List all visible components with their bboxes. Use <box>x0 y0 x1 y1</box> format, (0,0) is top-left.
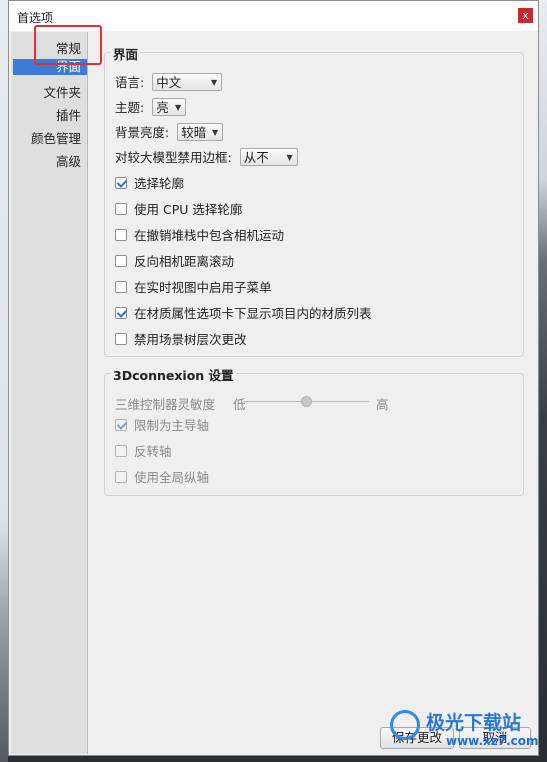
border-row: 对较大模型禁用边框: 从不 ▼ <box>115 147 298 166</box>
slider-handle[interactable] <box>301 396 312 407</box>
sensitivity-low-label: 低 <box>233 397 246 412</box>
interface-group: 界面 语言: 中文 ▼ 主题: 亮 ▼ 背景亮度: 较暗 ▼ 对较大模型禁用边框… <box>104 44 524 357</box>
desktop-background-left <box>0 0 8 762</box>
checkbox-selection-outline[interactable]: 选择轮廓 <box>115 173 184 192</box>
connexion-group-title: 3Dconnexion 设置 <box>111 365 236 384</box>
checkbox-label: 反转轴 <box>134 444 172 459</box>
theme-label: 主题: <box>115 100 145 115</box>
border-select[interactable]: 从不 ▼ <box>239 147 298 166</box>
brightness-select[interactable]: 较暗 ▼ <box>177 122 224 141</box>
chevron-down-icon: ▼ <box>286 152 293 162</box>
checkbox-checked-icon[interactable] <box>115 418 127 431</box>
chevron-down-icon: ▼ <box>212 127 219 137</box>
annotation-highlight-box <box>34 25 102 65</box>
connexion-group: 3Dconnexion 设置 三维控制器灵敏度 低 高 限制为主导轴 反转轴 使… <box>104 365 524 496</box>
brightness-value: 较暗 <box>181 124 207 140</box>
checkbox-label: 使用全局纵轴 <box>134 470 210 485</box>
checkbox-checked-icon[interactable] <box>115 176 127 189</box>
close-button[interactable]: x <box>518 8 533 23</box>
sidebar-item-folders[interactable]: 文件夹 <box>43 82 81 101</box>
sidebar-item-advanced[interactable]: 高级 <box>56 151 81 170</box>
checkbox-global-vertical-axis[interactable]: 使用全局纵轴 <box>115 467 209 486</box>
checkbox-label: 使用 CPU 选择轮廓 <box>134 202 243 217</box>
chevron-down-icon: ▼ <box>175 102 182 112</box>
sidebar-item-label: 颜色管理 <box>30 131 81 146</box>
sensitivity-high: 高 <box>376 394 389 413</box>
sensitivity-label: 三维控制器灵敏度 <box>115 397 216 412</box>
brightness-label: 背景亮度: <box>115 125 170 140</box>
border-label: 对较大模型禁用边框: <box>115 150 232 165</box>
checkbox-label: 在实时视图中启用子菜单 <box>134 280 272 295</box>
brightness-row: 背景亮度: 较暗 ▼ <box>115 122 224 141</box>
checkbox-undo-camera[interactable]: 在撤销堆栈中包含相机运动 <box>115 225 284 244</box>
theme-value: 亮 <box>156 99 169 115</box>
checkbox-icon[interactable] <box>115 470 127 483</box>
checkbox-icon[interactable] <box>115 280 127 293</box>
checkbox-icon[interactable] <box>115 332 127 345</box>
checkbox-live-submenu[interactable]: 在实时视图中启用子菜单 <box>115 277 272 296</box>
checkbox-label: 在材质属性选项卡下显示项目内的材质列表 <box>134 306 372 321</box>
window-title: 首选项 <box>17 11 54 25</box>
checkbox-material-list[interactable]: 在材质属性选项卡下显示项目内的材质列表 <box>115 303 372 322</box>
sidebar-item-plugins[interactable]: 插件 <box>56 105 81 124</box>
language-value: 中文 <box>156 74 182 90</box>
close-icon: x <box>522 9 529 22</box>
checkbox-cpu-outline[interactable]: 使用 CPU 选择轮廓 <box>115 199 242 218</box>
checkbox-label: 选择轮廓 <box>134 176 185 191</box>
theme-select[interactable]: 亮 ▼ <box>152 97 187 116</box>
checkbox-icon[interactable] <box>115 228 127 241</box>
checkbox-label: 在撤销堆栈中包含相机运动 <box>134 228 285 243</box>
watermark: 极光下载站 www.xz7.com <box>386 706 539 756</box>
checkbox-icon[interactable] <box>115 444 127 457</box>
checkbox-icon[interactable] <box>115 202 127 215</box>
watermark-name: 极光下载站 <box>426 712 522 734</box>
sensitivity-row: 三维控制器灵敏度 低 <box>115 394 246 413</box>
checkbox-label: 禁用场景树层次更改 <box>134 332 247 347</box>
checkbox-disable-scene-tree[interactable]: 禁用场景树层次更改 <box>115 329 247 348</box>
language-label: 语言: <box>115 75 145 90</box>
sidebar-item-color-management[interactable]: 颜色管理 <box>31 128 81 147</box>
checkbox-label: 反向相机距离滚动 <box>134 254 235 269</box>
sensitivity-high-label: 高 <box>376 397 389 412</box>
checkbox-reverse-scroll[interactable]: 反向相机距离滚动 <box>115 251 234 270</box>
checkbox-reverse-axis[interactable]: 反转轴 <box>115 441 172 460</box>
theme-row: 主题: 亮 ▼ <box>115 97 187 116</box>
sidebar-item-label: 高级 <box>55 154 81 169</box>
checkbox-checked-icon[interactable] <box>115 306 127 319</box>
chevron-down-icon: ▼ <box>211 77 218 87</box>
sidebar: 常规 界面 文件夹 插件 颜色管理 高级 <box>11 32 88 754</box>
checkbox-dominant-axis[interactable]: 限制为主导轴 <box>115 415 209 434</box>
watermark-url: www.xz7.com <box>446 734 539 748</box>
watermark-logo-icon <box>390 710 420 740</box>
checkbox-label: 限制为主导轴 <box>134 418 210 433</box>
desktop-background-right <box>539 0 547 762</box>
interface-group-title: 界面 <box>111 44 141 63</box>
checkbox-icon[interactable] <box>115 254 127 267</box>
sidebar-item-label: 文件夹 <box>43 85 81 100</box>
sidebar-item-label: 插件 <box>55 108 81 123</box>
language-select[interactable]: 中文 ▼ <box>152 72 223 91</box>
preferences-dialog: 首选项 x 常规 界面 文件夹 插件 颜色管理 高级 界面 语言: 中文 ▼ 主… <box>8 0 539 756</box>
border-value: 从不 <box>243 149 269 165</box>
language-row: 语言: 中文 ▼ <box>115 72 223 91</box>
